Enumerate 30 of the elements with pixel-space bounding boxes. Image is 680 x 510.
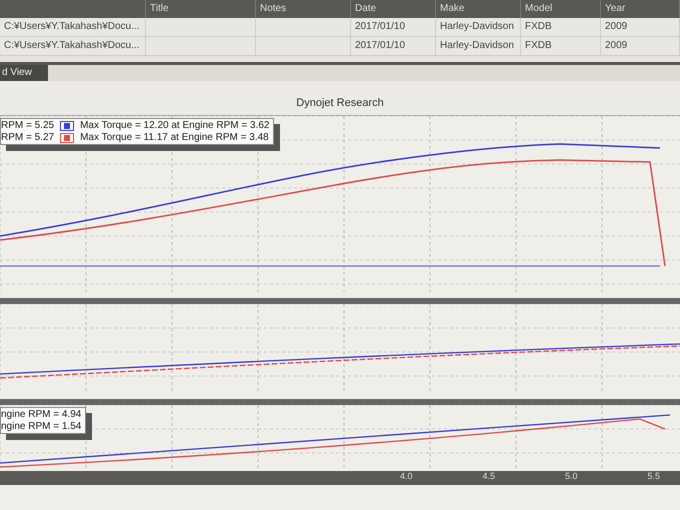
legend-text: Max Torque = 12.20 at Engine RPM = 3.62	[80, 120, 270, 131]
legend-text: RPM = 5.27	[1, 132, 54, 143]
legend-swatch	[60, 120, 74, 130]
table-cell: C:¥Users¥Y.Takahash¥Docu...	[0, 18, 146, 37]
table-cell: Harley-Davidson	[436, 37, 521, 56]
table-cell: Harley-Davidson	[436, 18, 521, 37]
graph-title: Dynojet Research	[0, 81, 680, 116]
axis-label: 5.5	[647, 471, 660, 483]
legend-text: RPM = 5.25	[1, 120, 54, 131]
table-cell: 2009	[601, 18, 680, 37]
column-header[interactable]: Notes	[256, 0, 351, 18]
axis-label: 4.5	[482, 471, 495, 483]
legend-text: ngine RPM = 4.94	[1, 409, 82, 420]
table-cell: 2017/01/10	[351, 18, 436, 37]
legend-text: Max Torque = 11.17 at Engine RPM = 3.48	[80, 132, 270, 143]
table-cell: FXDB	[521, 37, 601, 56]
legend-swatch	[60, 132, 74, 142]
axis-label: 4.0	[400, 471, 412, 483]
column-header[interactable]: Year	[601, 0, 680, 18]
table-cell: FXDB	[521, 18, 601, 37]
column-header[interactable]: Date	[351, 0, 436, 18]
column-header[interactable]: Title	[146, 0, 256, 18]
table-cell: 2017/01/10	[351, 37, 436, 56]
column-header[interactable]: Model	[521, 0, 601, 18]
legend-text: ngine RPM = 1.54	[1, 421, 82, 432]
table-cell: C:¥Users¥Y.Takahash¥Docu...	[0, 37, 146, 56]
column-header[interactable]: Make	[436, 0, 521, 18]
view-tab[interactable]: d View	[0, 65, 48, 81]
table-cell: 2009	[601, 37, 680, 56]
axis-label: 5.0	[564, 471, 578, 483]
